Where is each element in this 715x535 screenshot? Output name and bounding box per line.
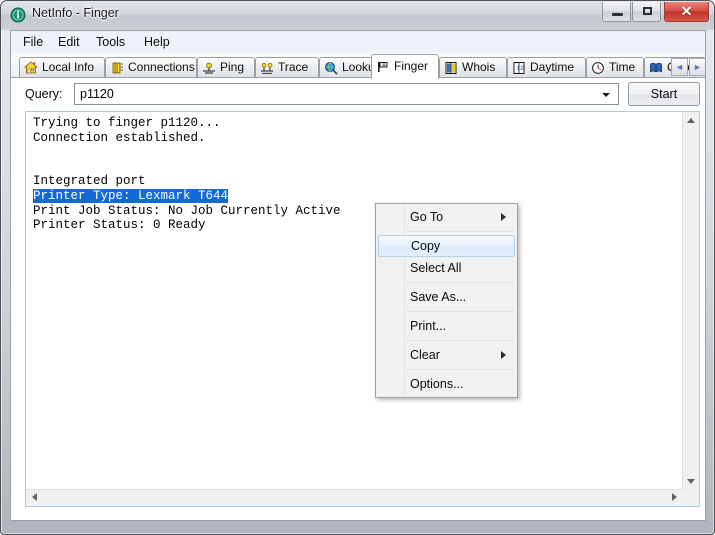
- menu-tools[interactable]: Tools: [91, 34, 130, 50]
- arrow-up-icon: [687, 118, 695, 123]
- context-menu-separator: [407, 340, 514, 341]
- minimize-icon: [612, 13, 623, 16]
- info-circle-icon: [10, 7, 26, 23]
- tab-label: Trace: [278, 60, 308, 74]
- arrow-right-icon: [672, 493, 677, 501]
- context-menu-separator: [407, 282, 514, 283]
- scroll-left-button[interactable]: [26, 490, 43, 506]
- submenu-arrow-icon: [501, 351, 506, 359]
- tab-label: Finger: [394, 59, 428, 73]
- context-menu-item-options[interactable]: Options...: [378, 373, 515, 395]
- start-button[interactable]: Start: [628, 82, 700, 106]
- globe-glass-icon: [324, 61, 338, 75]
- vertical-scrollbar[interactable]: [682, 112, 699, 490]
- output-text-content: Trying to finger p1120...Connection esta…: [33, 116, 341, 233]
- menu-file[interactable]: File: [18, 34, 48, 50]
- scroll-up-button[interactable]: [683, 112, 699, 129]
- query-dropdown-button[interactable]: [598, 84, 615, 104]
- chevron-left-icon: ◄: [672, 59, 687, 75]
- menu-edit[interactable]: Edit: [53, 34, 85, 50]
- arrow-down-icon: [687, 479, 695, 484]
- query-label: Query:: [25, 87, 63, 101]
- tab-label: Whois: [462, 60, 495, 74]
- horizontal-scrollbar[interactable]: [26, 489, 683, 506]
- output-line: Print Job Status: No Job Currently Activ…: [33, 204, 341, 219]
- context-menu-item-label: Go To: [410, 210, 443, 224]
- scroll-right-button[interactable]: [666, 490, 683, 506]
- tab-daytime[interactable]: 1 2 Daytime: [507, 57, 586, 78]
- tab-scroll-left-button[interactable]: ◄: [671, 58, 688, 76]
- minimize-button[interactable]: [602, 2, 631, 22]
- tab-scroll-right-button[interactable]: ►: [689, 58, 706, 76]
- query-row: Query: p1120 Start: [11, 79, 705, 109]
- context-menu-item-select-all[interactable]: Select All: [378, 257, 515, 279]
- context-menu-item-go-to[interactable]: Go To: [378, 206, 515, 228]
- output-line: Trying to finger p1120...: [33, 116, 341, 131]
- scroll-down-button[interactable]: [683, 473, 699, 490]
- maximize-button[interactable]: [632, 2, 661, 22]
- arrow-left-icon: [32, 493, 37, 501]
- context-menu-item-label: Copy: [411, 239, 440, 253]
- tab-label: Time: [609, 60, 635, 74]
- context-menu-item-label: Save As...: [410, 290, 466, 304]
- context-menu-item-clear[interactable]: Clear: [378, 344, 515, 366]
- tab-label: Daytime: [530, 60, 574, 74]
- tab-ping[interactable]: Ping: [197, 57, 255, 78]
- context-menu-item-save-as[interactable]: Save As...: [378, 286, 515, 308]
- context-menu-item-label: Select All: [410, 261, 461, 275]
- tab-label: Local Info: [42, 60, 94, 74]
- output-line: Connection established.: [33, 131, 341, 146]
- tab-connections[interactable]: Connections: [105, 57, 197, 78]
- selected-text: Printer Type: Lexmark T644: [33, 189, 228, 203]
- submenu-arrow-icon: [501, 213, 506, 221]
- context-menu: Go To Copy Select All Save As... Print... Cle…: [375, 203, 518, 398]
- chevron-right-icon: ►: [690, 59, 705, 75]
- scrollbar-corner: [683, 490, 699, 506]
- context-menu-separator: [407, 231, 514, 232]
- context-menu-item-label: Print...: [410, 319, 446, 333]
- application-window: NetInfo - Finger ✕ File Edit Tools Help: [0, 0, 715, 535]
- output-line: Printer Status: 0 Ready: [33, 218, 341, 233]
- context-menu-item-label: Clear: [410, 348, 440, 362]
- output-line: Printer Type: Lexmark T644: [33, 189, 341, 204]
- menu-bar: File Edit Tools Help: [11, 31, 705, 54]
- tab-local-info[interactable]: Local Info: [19, 57, 105, 78]
- output-line: [33, 160, 341, 175]
- context-menu-item-label: Options...: [410, 377, 464, 391]
- columns-icon: [110, 61, 124, 75]
- house-icon: [24, 61, 38, 75]
- window-title: NetInfo - Finger: [32, 6, 119, 20]
- tab-label: Connections: [128, 60, 195, 74]
- tab-strip: Local Info Connections: [11, 53, 705, 79]
- context-menu-separator: [407, 311, 514, 312]
- finger-flag-icon: [376, 60, 390, 74]
- book-icon: [649, 61, 663, 75]
- calendar-icon: 1 2: [512, 61, 526, 75]
- ping-icon: [202, 61, 216, 75]
- query-input-value: p1120: [80, 87, 114, 101]
- menu-help[interactable]: Help: [139, 34, 175, 50]
- chevron-down-icon: [602, 93, 610, 97]
- tab-finger[interactable]: Finger: [371, 54, 439, 79]
- tab-time[interactable]: Time: [586, 57, 644, 78]
- book-blue-icon: [444, 61, 458, 75]
- tab-trace[interactable]: Trace: [255, 57, 319, 78]
- output-line: Integrated port: [33, 174, 341, 189]
- close-button[interactable]: ✕: [664, 2, 709, 22]
- title-bar: NetInfo - Finger ✕: [1, 1, 714, 30]
- context-menu-item-copy[interactable]: Copy: [378, 235, 515, 257]
- tab-whois[interactable]: Whois: [439, 57, 507, 78]
- window-frame-inner: NetInfo - Finger ✕ File Edit Tools Help: [1, 1, 714, 534]
- clock-icon: [591, 61, 605, 75]
- close-icon: ✕: [665, 2, 708, 20]
- client-area: File Edit Tools Help: [10, 30, 706, 521]
- trace-icon: [260, 61, 274, 75]
- query-input[interactable]: p1120: [74, 83, 619, 105]
- output-text-pane[interactable]: Trying to finger p1120...Connection esta…: [25, 111, 700, 507]
- maximize-icon: [643, 7, 652, 15]
- context-menu-item-print[interactable]: Print...: [378, 315, 515, 337]
- context-menu-separator: [407, 369, 514, 370]
- output-line: [33, 145, 341, 160]
- tab-label: Ping: [220, 60, 244, 74]
